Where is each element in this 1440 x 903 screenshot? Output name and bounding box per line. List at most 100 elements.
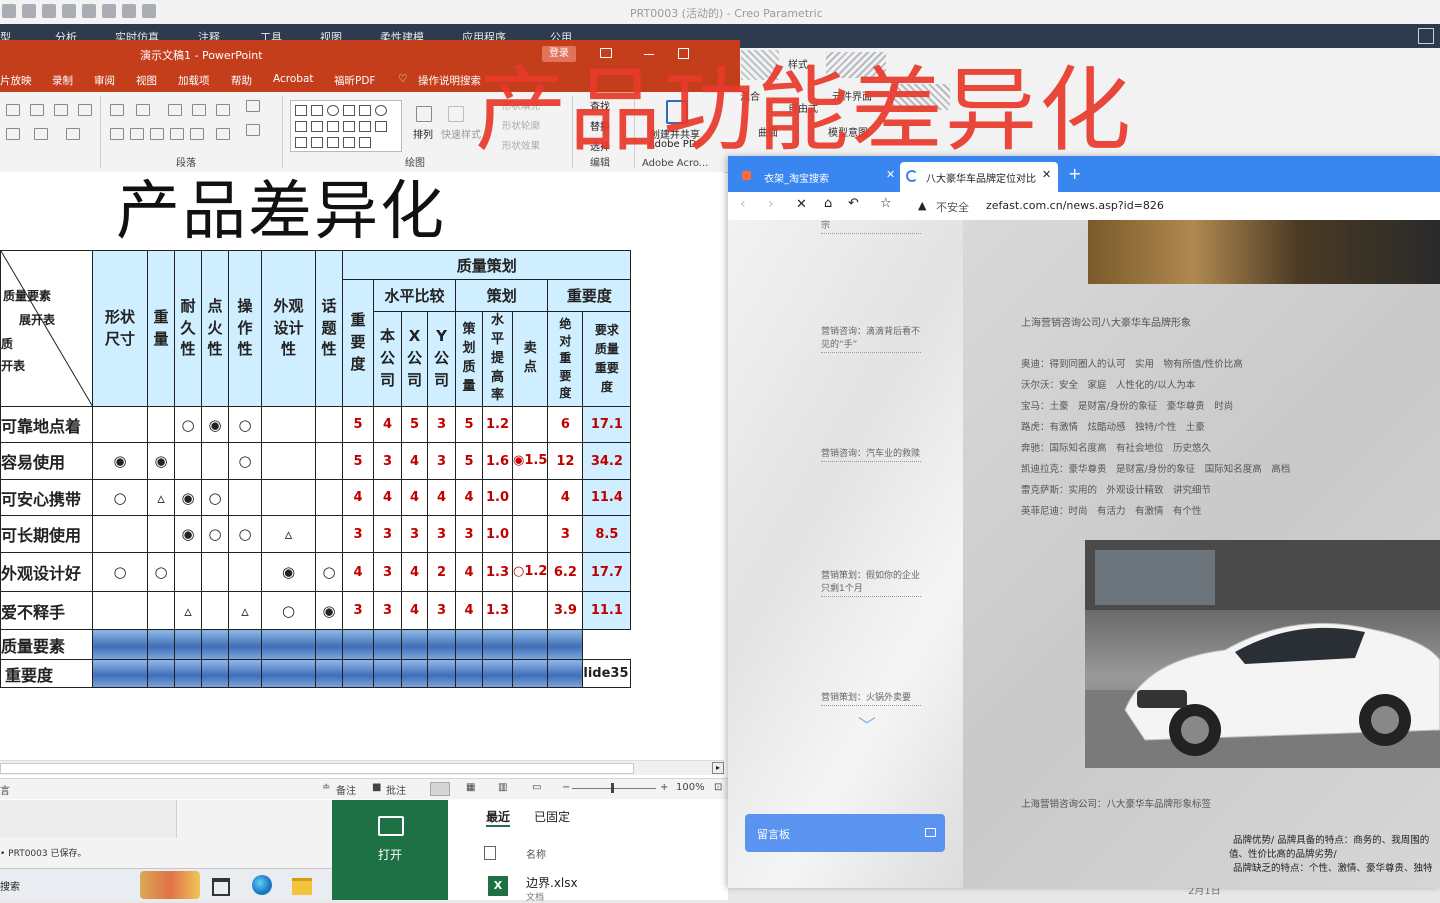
planning-value: 4 — [372, 479, 403, 517]
save-message-text: PRT0003 已保存。 — [8, 849, 87, 859]
bullets-icon[interactable] — [110, 104, 124, 116]
line-spacing-icon[interactable] — [216, 104, 230, 116]
zoom-slider-thumb[interactable] — [611, 783, 614, 793]
planning-value: 1.2 — [482, 406, 514, 444]
stop-icon[interactable]: ✕ — [796, 197, 807, 212]
scroll-right-arrow[interactable]: ▸ — [712, 762, 724, 774]
columns-icon[interactable] — [190, 128, 204, 140]
comments-button[interactable]: 批注 — [386, 782, 406, 797]
clear-format-icon[interactable] — [54, 104, 68, 116]
sidebar-link[interactable]: 宗 — [821, 220, 921, 234]
close-icon[interactable]: ✕ — [886, 168, 895, 181]
guestbook-label[interactable]: 留言板 — [757, 826, 790, 842]
ppt-tab[interactable]: Acrobat — [273, 73, 314, 85]
align-right-icon[interactable] — [150, 128, 164, 140]
font-color-icon[interactable] — [66, 128, 80, 140]
align-left-icon[interactable] — [110, 128, 124, 140]
planning-value: 3.9 — [547, 591, 584, 631]
brand-line: 凯迪拉克：豪华尊贵 是财富/身份的象征 国际知名度高 高档 — [1021, 464, 1291, 475]
ppt-tab[interactable]: 录制 — [52, 73, 73, 88]
smartart-icon[interactable] — [246, 124, 260, 136]
recent-tab[interactable]: 最近 — [486, 808, 511, 827]
ppt-tab[interactable]: 片放映 — [0, 73, 32, 88]
requirement-label: 可安心携带 — [0, 479, 93, 517]
table-row: 可长期使用 ◉ ○ ○ ▵ 3 3 3 3 3 1.0 3 8.5 — [0, 515, 632, 554]
zoom-out-icon[interactable]: − — [562, 782, 570, 793]
guestbook-widget[interactable]: 留言板 — [745, 814, 945, 852]
slide-sorter-icon[interactable]: ▦ — [466, 782, 475, 793]
slide-tag: lide35 — [582, 659, 632, 689]
font-size-icon[interactable] — [6, 104, 20, 116]
level-compare-header: 水平比较 — [372, 279, 457, 312]
relation-mark: ◉ — [92, 442, 148, 481]
quick-styles-icon[interactable] — [448, 106, 464, 122]
slideshow-icon[interactable]: ▭ — [532, 782, 541, 793]
planning-value — [512, 406, 549, 444]
ppt-tell-me-search[interactable]: 操作说明搜索 — [418, 73, 481, 88]
file-explorer-icon[interactable] — [292, 878, 312, 895]
undo-icon[interactable]: ↶ — [848, 196, 859, 211]
sidebar-link[interactable]: 营销策划：火锅外卖要 — [821, 692, 921, 706]
notes-button[interactable]: 备注 — [336, 782, 356, 797]
url-field[interactable]: zefast.com.cn/news.asp?id=826 — [986, 199, 1164, 212]
name-column-header[interactable]: 名称 — [526, 846, 546, 861]
sidebar-link[interactable]: 营销咨询：滴滴背后看不见的“手” — [821, 326, 921, 353]
indent-icon[interactable] — [168, 104, 182, 116]
align-center-icon[interactable] — [130, 128, 144, 140]
forward-icon[interactable]: › — [768, 196, 774, 212]
article-main: 上海营销咨询公司八大豪华车品牌形象 奥迪：得到同圈人的认可 实用 物有所值/性价… — [963, 220, 1440, 888]
home-icon[interactable]: ⌂ — [824, 196, 832, 211]
shapes-gallery[interactable] — [290, 100, 402, 152]
indent-icon[interactable] — [192, 104, 206, 116]
planning-value: 3 — [372, 552, 403, 593]
zoom-in-icon[interactable]: + — [660, 782, 668, 793]
planning-value: 2 — [427, 552, 457, 593]
sidebar-link[interactable]: 营销咨询：汽车业的救赎 — [821, 448, 921, 462]
numbering-icon[interactable] — [136, 104, 150, 116]
text-direction-icon[interactable] — [246, 100, 260, 112]
arrange-icon[interactable] — [416, 106, 432, 122]
excel-open-panel[interactable]: 打开 — [332, 800, 448, 900]
arrange-label[interactable]: 排列 — [413, 126, 433, 141]
maximize-icon[interactable] — [925, 828, 936, 837]
justify-icon[interactable] — [170, 128, 184, 140]
sidebar-link[interactable]: 营销策划：假如你的企业只剩1个月 — [821, 570, 921, 597]
bookmark-star-icon[interactable]: ☆ — [880, 196, 892, 211]
comments-icon[interactable]: ■ — [372, 782, 381, 793]
recent-file-name[interactable]: 边界.xlsx — [526, 874, 578, 891]
normal-view-icon[interactable] — [430, 782, 450, 796]
close-icon[interactable]: ✕ — [1042, 168, 1051, 181]
planning-value: 3 — [427, 442, 457, 481]
zoom-level[interactable]: 100% — [676, 782, 705, 793]
open-label[interactable]: 打开 — [378, 846, 402, 863]
font-size-icon[interactable] — [30, 104, 44, 116]
ppt-tab[interactable]: 福昕PDF — [334, 73, 375, 88]
pinned-tab[interactable]: 已固定 — [534, 808, 570, 825]
fit-slide-icon[interactable]: ⊡ — [714, 782, 722, 793]
ppt-tab[interactable]: 加载项 — [178, 73, 210, 88]
reading-view-icon[interactable]: ▥ — [498, 782, 507, 793]
creo-quick-access[interactable] — [2, 4, 156, 18]
brand-line: 沃尔沃：安全 家庭 人性化的/以人为本 — [1021, 380, 1196, 391]
col-header: 重量 — [147, 249, 175, 408]
corner-open-table: 开表 — [1, 359, 26, 373]
text-effect-icon[interactable] — [6, 128, 20, 140]
notes-icon[interactable]: ≐ — [322, 782, 330, 793]
back-icon[interactable]: ‹ — [740, 196, 746, 212]
chevron-down-icon[interactable]: ﹀ — [858, 712, 876, 738]
ppt-tab[interactable]: 帮助 — [231, 73, 252, 88]
planning-value: 3 — [342, 591, 374, 631]
brush-icon[interactable] — [78, 104, 92, 116]
zoom-slider[interactable] — [572, 788, 656, 789]
audi-r8-image — [1085, 540, 1440, 768]
highlight-icon[interactable] — [34, 128, 48, 140]
edge-browser-icon[interactable] — [252, 875, 272, 895]
taskbar-search[interactable]: 搜索 — [0, 878, 20, 893]
scroll-thumb[interactable] — [0, 763, 634, 774]
creo-window-button[interactable] — [1418, 28, 1434, 44]
ppt-tab[interactable]: 视图 — [136, 73, 157, 88]
horizontal-scrollbar[interactable]: ▸ — [0, 760, 724, 775]
align-text-icon[interactable] — [216, 128, 230, 140]
task-view-icon[interactable] — [212, 878, 230, 896]
ppt-tab[interactable]: 审阅 — [94, 73, 115, 88]
